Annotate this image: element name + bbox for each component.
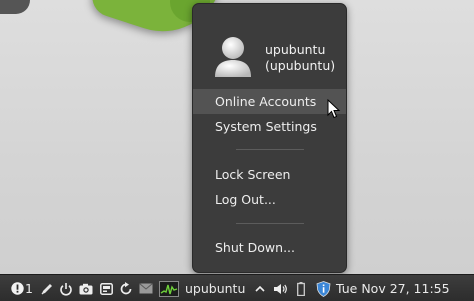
clock-text: Tue Nov 27, 11:55: [336, 281, 450, 296]
update-shield-button[interactable]: [314, 275, 332, 301]
camera-icon: [79, 283, 93, 294]
screen-icon: [99, 282, 113, 295]
taskbar: 1 upubuntu Tue Nov 27, 11:55: [0, 274, 474, 301]
user-display-name: upubuntu: [265, 42, 326, 57]
menu-separator: [236, 149, 304, 150]
mail-icon: [139, 283, 153, 294]
system-monitor-button[interactable]: [158, 275, 180, 301]
volume-icon: [273, 283, 287, 294]
screen-launcher[interactable]: [97, 275, 115, 301]
camera-launcher[interactable]: [77, 275, 95, 301]
volume-button[interactable]: [271, 275, 289, 301]
mail-launcher[interactable]: [137, 275, 155, 301]
user-info[interactable]: upubuntu (upubuntu): [213, 34, 343, 82]
menu-item-online-accounts[interactable]: Online Accounts: [193, 89, 346, 114]
menu-item-log-out[interactable]: Log Out...: [193, 187, 346, 212]
system-monitor-icon: [159, 280, 179, 297]
window-button-upubuntu[interactable]: upubuntu: [185, 275, 249, 301]
notification-count: 1: [25, 281, 33, 296]
power-launcher[interactable]: [57, 275, 75, 301]
mouse-pointer-icon: [327, 99, 341, 119]
user-menu: upubuntu (upubuntu) Online Accounts Syst…: [192, 3, 347, 273]
chevron-up-icon: [255, 285, 265, 292]
shield-icon: [316, 280, 330, 297]
clock[interactable]: Tue Nov 27, 11:55: [336, 275, 472, 301]
window-title: upubuntu: [185, 281, 246, 296]
alert-icon: [11, 282, 24, 295]
menu-separator: [236, 223, 304, 224]
refresh-launcher[interactable]: [117, 275, 135, 301]
user-name-label: upubuntu (upubuntu): [265, 42, 335, 74]
menu-item-shut-down[interactable]: Shut Down...: [193, 235, 346, 260]
pen-icon: [41, 283, 52, 294]
user-login-name: (upubuntu): [265, 58, 336, 73]
avatar-icon: [215, 37, 251, 77]
menu-item-lock-screen[interactable]: Lock Screen: [193, 162, 346, 187]
battery-button[interactable]: [294, 275, 308, 301]
pen-launcher[interactable]: [38, 275, 56, 301]
power-icon: [60, 282, 72, 296]
refresh-icon: [120, 281, 132, 294]
notification-indicator[interactable]: 1: [10, 275, 34, 301]
wallpaper-shape: [0, 0, 30, 14]
battery-icon: [297, 281, 305, 296]
tray-expand-button[interactable]: [253, 275, 267, 301]
menu-item-system-settings[interactable]: System Settings: [193, 114, 346, 139]
